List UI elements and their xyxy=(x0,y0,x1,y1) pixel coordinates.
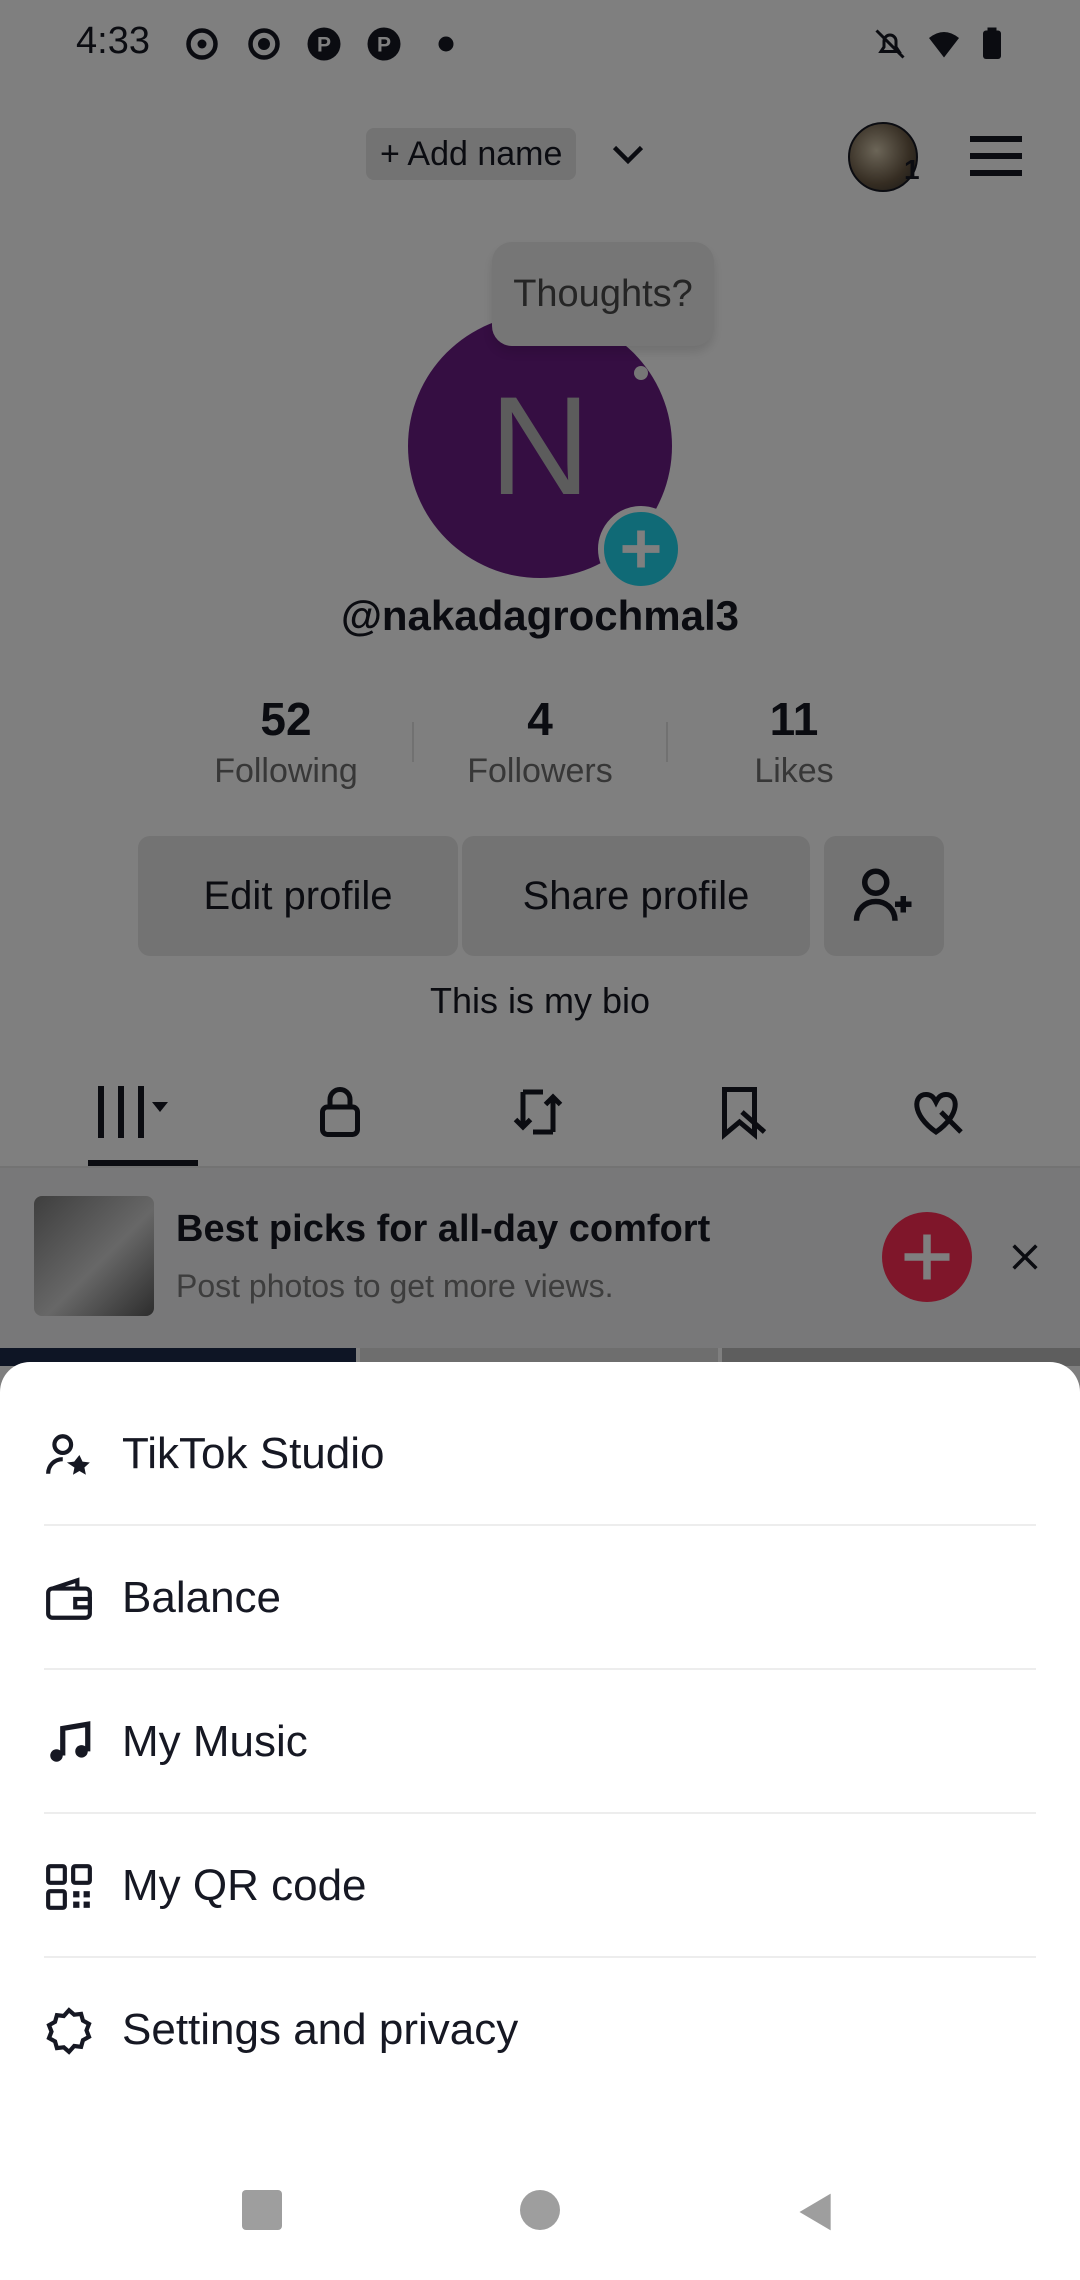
menu-item-label: Settings and privacy xyxy=(122,2005,519,2054)
menu-item-tiktok-studio[interactable]: TikTok Studio xyxy=(44,1382,1036,1526)
person-star-icon xyxy=(46,1434,90,1475)
gear-icon xyxy=(46,2007,92,2055)
menu-item-my-qr-code[interactable]: My QR code xyxy=(44,1814,1036,1958)
menu-item-settings-and-privacy[interactable]: Settings and privacy xyxy=(44,1958,1036,2102)
qr-code-icon xyxy=(46,1864,92,1910)
back-icon[interactable] xyxy=(794,2190,838,2234)
profile-menu-sheet: TikTok Studio Balance My Music My QR cod… xyxy=(0,1362,1080,2280)
menu-item-my-music[interactable]: My Music xyxy=(44,1670,1036,1814)
menu-item-label: My QR code xyxy=(122,1861,367,1910)
recents-button[interactable] xyxy=(242,2190,282,2230)
music-note-icon xyxy=(50,1721,91,1762)
menu-item-label: My Music xyxy=(122,1717,308,1766)
menu-item-label: TikTok Studio xyxy=(122,1429,385,1478)
home-button[interactable] xyxy=(520,2190,560,2230)
wallet-icon xyxy=(46,1577,92,1620)
menu-item-balance[interactable]: Balance xyxy=(44,1526,1036,1670)
menu-item-label: Balance xyxy=(122,1573,282,1622)
